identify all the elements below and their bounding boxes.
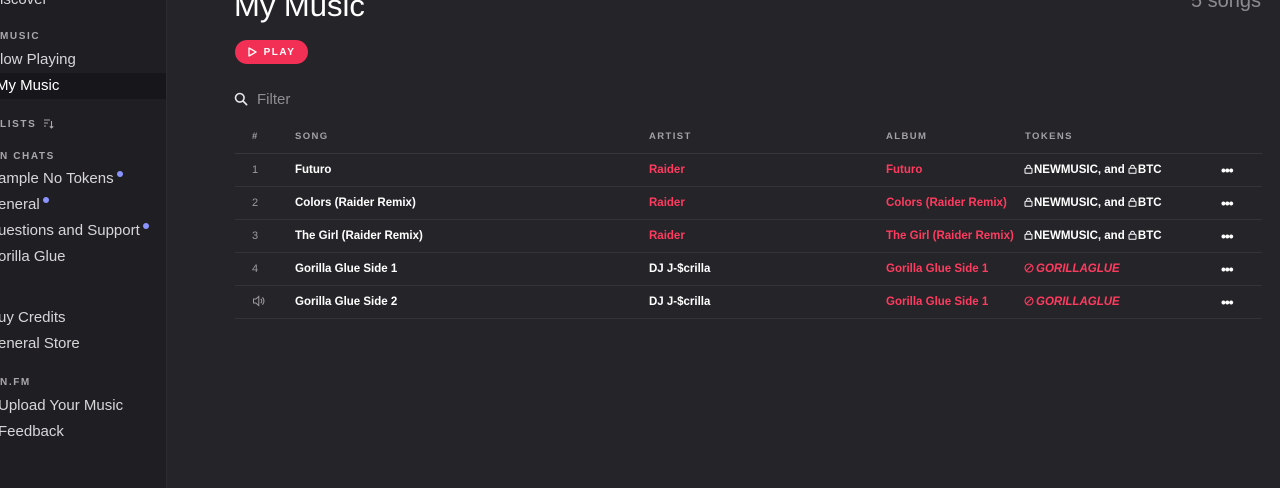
column-header-tokens: TOKENS <box>1025 131 1073 142</box>
songs-table: # SONG ARTIST ALBUM TOKENS 1 Futuro Raid… <box>235 120 1262 319</box>
artist-name[interactable]: DJ J-$crilla <box>649 253 869 286</box>
now-playing-indicator <box>252 286 265 319</box>
artist-link[interactable]: Raider <box>649 154 869 187</box>
play-icon <box>247 47 257 57</box>
sidebar-item-general-store[interactable]: eneral Store <box>0 331 166 357</box>
token-list: NEWMUSIC, and BTC <box>1024 187 1204 220</box>
token-list: GORILLAGLUE <box>1024 253 1204 286</box>
table-row[interactable]: 4 Gorilla Glue Side 1 DJ J-$crilla Goril… <box>235 253 1262 286</box>
lock-icon <box>1024 230 1033 240</box>
song-title[interactable]: Gorilla Glue Side 2 <box>295 286 635 319</box>
lock-icon <box>1128 197 1137 207</box>
album-link[interactable]: Futuro <box>886 154 1019 187</box>
more-options-icon[interactable]: ••• <box>1221 220 1241 253</box>
sidebar-item-chat-gorilla-glue[interactable]: orilla Glue <box>0 244 166 270</box>
table-row[interactable]: 3 The Girl (Raider Remix) Raider The Gir… <box>235 220 1262 253</box>
table-row[interactable]: 1 Futuro Raider Futuro NEWMUSIC, and BTC… <box>235 154 1262 187</box>
section-header-music: MUSIC <box>0 31 41 42</box>
song-title[interactable]: Futuro <box>295 154 635 187</box>
lock-icon <box>1024 164 1033 174</box>
artist-link[interactable]: Raider <box>649 220 869 253</box>
column-header-number: # <box>252 131 259 142</box>
album-link[interactable]: Gorilla Glue Side 1 <box>886 253 1019 286</box>
filter-bar <box>234 88 534 110</box>
table-row-playing[interactable]: Gorilla Glue Side 2 DJ J-$crilla Gorilla… <box>235 286 1262 319</box>
section-header-playlists: LISTS <box>0 118 54 130</box>
sidebar-item-buy-credits[interactable]: uy Credits <box>0 305 166 331</box>
more-options-icon[interactable]: ••• <box>1221 253 1241 286</box>
sidebar-item-upload[interactable]: Upload Your Music <box>0 393 166 419</box>
token-list: NEWMUSIC, and BTC <box>1024 154 1204 187</box>
artist-name[interactable]: DJ J-$crilla <box>649 286 869 319</box>
table-header: # SONG ARTIST ALBUM TOKENS <box>235 120 1262 154</box>
speaker-icon <box>253 295 265 307</box>
token-list: GORILLAGLUE <box>1024 286 1204 319</box>
column-header-album[interactable]: ALBUM <box>886 131 927 142</box>
play-button[interactable]: PLAY <box>235 40 308 64</box>
ban-icon <box>1024 263 1034 273</box>
sidebar-item-discover[interactable]: iscover <box>0 0 166 13</box>
lock-icon <box>1024 197 1033 207</box>
ban-icon <box>1024 296 1034 306</box>
sort-icon[interactable] <box>43 118 54 129</box>
table-row[interactable]: 2 Colors (Raider Remix) Raider Colors (R… <box>235 187 1262 220</box>
section-header-fm: N.FM <box>0 377 31 388</box>
unread-dot <box>142 223 149 229</box>
song-title[interactable]: The Girl (Raider Remix) <box>295 220 635 253</box>
token-list: NEWMUSIC, and BTC <box>1024 220 1204 253</box>
sidebar-item-now-playing[interactable]: low Playing <box>0 47 166 73</box>
album-link[interactable]: The Girl (Raider Remix) <box>886 220 1019 253</box>
column-header-artist[interactable]: ARTIST <box>649 131 692 142</box>
song-title[interactable]: Gorilla Glue Side 1 <box>295 253 635 286</box>
sidebar: iscover MUSIC low Playing My Music LISTS… <box>0 0 167 488</box>
more-options-icon[interactable]: ••• <box>1221 286 1241 319</box>
sidebar-item-my-music[interactable]: My Music <box>0 73 166 99</box>
track-number: 2 <box>252 197 259 209</box>
more-options-icon[interactable]: ••• <box>1221 154 1241 187</box>
unread-dot <box>42 197 49 203</box>
search-icon <box>234 92 248 106</box>
lock-icon <box>1128 164 1137 174</box>
track-number: 1 <box>252 164 259 176</box>
sidebar-item-feedback[interactable]: Feedback <box>0 419 166 445</box>
sidebar-item-chat-questions[interactable]: uestions and Support <box>0 218 166 244</box>
column-header-song[interactable]: SONG <box>295 131 329 142</box>
section-header-chats: N CHATS <box>0 151 55 162</box>
sidebar-item-chat-general[interactable]: eneral <box>0 192 166 218</box>
album-link[interactable]: Colors (Raider Remix) <box>886 187 1019 220</box>
main-content: My Music 5 songs PLAY # SONG ARTIST ALBU… <box>167 0 1280 488</box>
more-options-icon[interactable]: ••• <box>1221 187 1241 220</box>
artist-link[interactable]: Raider <box>649 187 869 220</box>
song-count: 5 songs <box>1190 0 1261 12</box>
album-link[interactable]: Gorilla Glue Side 1 <box>886 286 1019 319</box>
unread-dot <box>116 171 123 177</box>
song-title[interactable]: Colors (Raider Remix) <box>295 187 635 220</box>
lock-icon <box>1128 230 1137 240</box>
filter-input[interactable] <box>257 90 517 108</box>
page-title: My Music <box>234 0 365 23</box>
sidebar-item-chat-sample[interactable]: ample No Tokens <box>0 166 166 192</box>
track-number: 4 <box>252 263 259 275</box>
track-number: 3 <box>252 230 259 242</box>
